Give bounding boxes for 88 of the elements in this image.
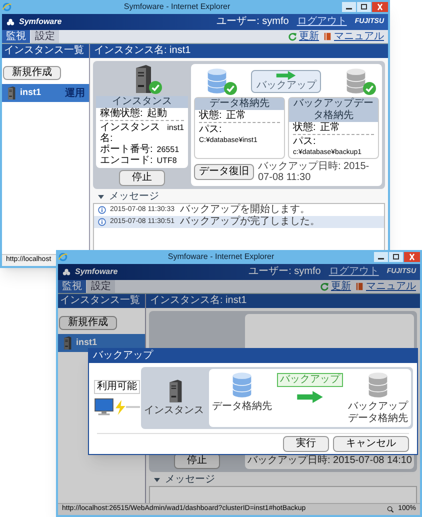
new-button[interactable]: 新規作成 — [59, 316, 117, 330]
book-icon — [355, 282, 364, 291]
info-icon — [98, 206, 106, 214]
refresh-link[interactable]: 更新 — [288, 30, 319, 43]
field-value: 起動 — [146, 108, 167, 119]
card-title: インスタンス — [96, 96, 188, 108]
close-button[interactable] — [404, 252, 420, 262]
database-icon — [345, 67, 368, 95]
message-text: バックアップを開始します。 — [180, 204, 310, 216]
zoom-icon — [387, 506, 394, 513]
stop-button[interactable]: 停止 — [119, 170, 165, 186]
field-label: 状態: — [199, 110, 222, 121]
manual-link[interactable]: マニュアル — [323, 30, 384, 43]
status-label: 運用 — [65, 88, 85, 100]
card-title: データ格納先 — [195, 98, 284, 110]
field-value: 正常 — [226, 110, 246, 121]
backup-button[interactable]: バックアップ — [251, 70, 322, 92]
user-label: ユーザー: symfo — [216, 16, 289, 28]
arrow-icon — [297, 391, 323, 403]
logo-icon — [6, 18, 15, 26]
refresh-icon — [320, 282, 329, 291]
user-label: ユーザー: symfo — [248, 266, 321, 278]
field-label: 状態: — [293, 122, 316, 133]
field-label: 稼働状態: — [100, 108, 143, 119]
server-icon — [6, 86, 16, 100]
instance-name: inst1 — [76, 336, 98, 350]
node-label: インスタンス — [144, 405, 204, 417]
tab[interactable]: 設定 — [31, 30, 59, 43]
lightning-icon — [114, 400, 126, 414]
field-value: UTF8 — [156, 155, 177, 166]
logo-icon — [62, 268, 71, 276]
refresh-icon — [288, 32, 297, 41]
book-icon — [323, 32, 332, 41]
section-title: メッセージ — [109, 191, 159, 203]
new-button[interactable]: 新規作成 — [3, 66, 61, 80]
info-icon — [98, 218, 106, 226]
tab[interactable]: 設定 — [87, 280, 115, 293]
card-title: バックアップデータ格納先 — [289, 98, 378, 122]
dialog-button[interactable]: 実行 — [283, 436, 329, 452]
action-label: バックアップ — [277, 373, 343, 387]
browser-logo-icon — [58, 252, 68, 262]
panel-heading: インスタンス名: inst1 — [146, 294, 420, 308]
close-button[interactable] — [372, 2, 388, 12]
database-icon — [206, 67, 228, 95]
server-icon — [62, 336, 72, 350]
window-title: Symfoware - Internet Explorer — [122, 1, 232, 13]
panel-heading: インスタンス一覧 — [2, 44, 89, 58]
message-text: バックアップが完了しました。 — [180, 216, 320, 228]
field-label: インスタンス名: — [100, 122, 161, 144]
field-label: エンコード: — [100, 155, 153, 166]
section-title: メッセージ — [165, 474, 215, 486]
dialog-title: バックアップ — [89, 349, 417, 363]
backup-time: バックアップ日時: 2015-07-08 11:30 — [258, 161, 370, 183]
logout-link[interactable]: ログアウト — [296, 16, 347, 28]
monitor-icon — [94, 398, 114, 416]
connector-line — [126, 406, 140, 408]
maximize-button[interactable] — [389, 252, 403, 262]
window-title: Symfoware - Internet Explorer — [166, 251, 276, 263]
panel-heading: インスタンス名: inst1 — [90, 44, 388, 58]
restore-button[interactable]: データ復旧 — [194, 164, 254, 180]
instance-name: inst1 — [20, 86, 42, 100]
logout-link[interactable]: ログアウト — [328, 266, 379, 278]
node-label: バックアップデータ格納先 — [347, 401, 409, 425]
instance-list-item[interactable]: inst1 運用 — [2, 84, 89, 102]
manual-link[interactable]: マニュアル — [355, 280, 416, 293]
node-label: データ格納先 — [212, 401, 272, 413]
panel-heading: インスタンス一覧 — [58, 294, 145, 308]
collapse-caret-icon[interactable] — [153, 476, 161, 484]
field-label: パス: — [293, 136, 316, 147]
refresh-link[interactable]: 更新 — [320, 280, 351, 293]
backup-time: バックアップ日時: 2015-07-08 14:10 — [247, 455, 412, 467]
minimize-button[interactable] — [374, 252, 388, 262]
browser-logo-icon — [2, 2, 12, 12]
field-value: 26551 — [156, 144, 180, 155]
app-name: Symfoware — [19, 16, 62, 28]
field-value: inst1 — [167, 122, 184, 133]
minimize-button[interactable] — [342, 2, 356, 12]
availability-label: 利用可能 — [94, 380, 140, 394]
dialog-button[interactable]: キャンセル — [333, 436, 409, 452]
field-value: 正常 — [320, 122, 340, 133]
arrow-icon — [276, 70, 296, 80]
tab[interactable]: 監視 — [58, 280, 86, 293]
field-label: ポート番号: — [100, 144, 153, 155]
maximize-button[interactable] — [357, 2, 371, 12]
field-label: パス: — [199, 124, 222, 135]
collapse-caret-icon[interactable] — [97, 193, 105, 201]
app-name: Symfoware — [75, 266, 118, 278]
tab[interactable]: 監視 — [2, 30, 30, 43]
